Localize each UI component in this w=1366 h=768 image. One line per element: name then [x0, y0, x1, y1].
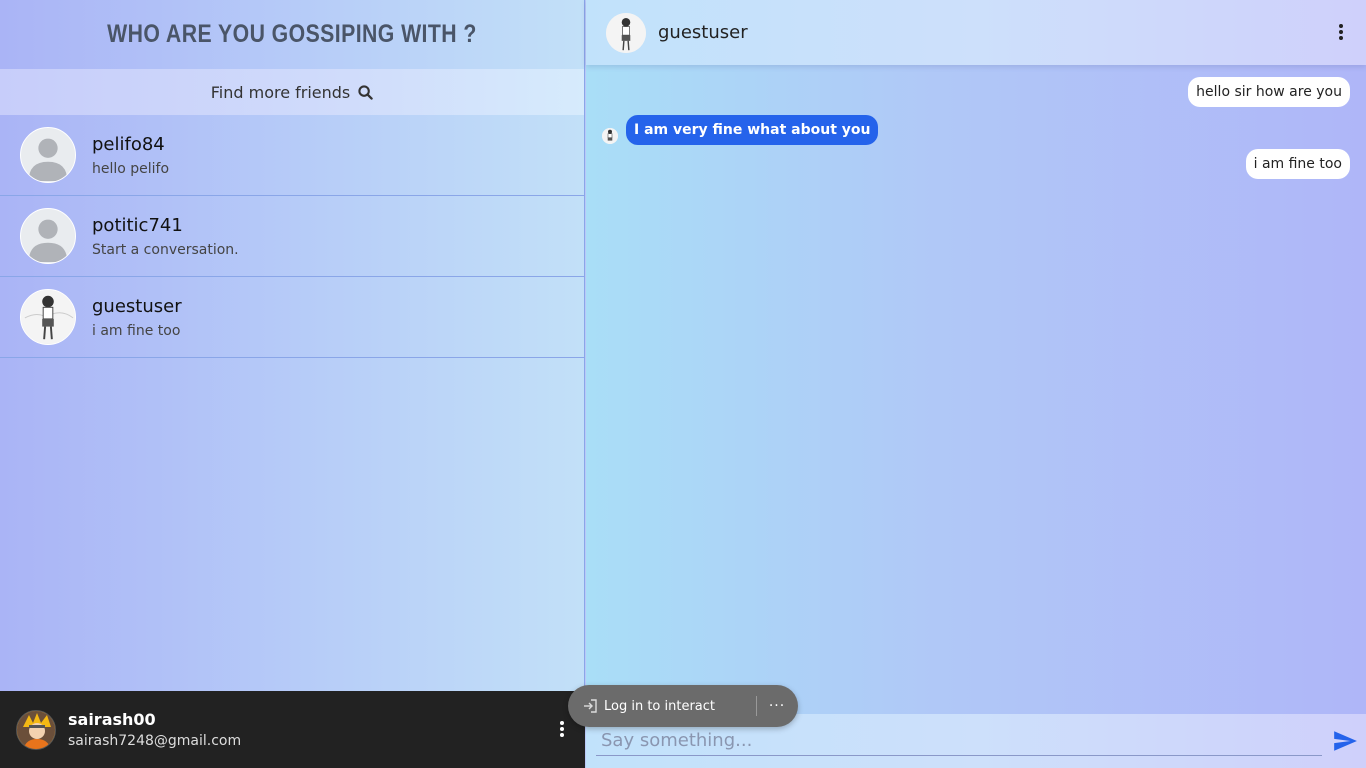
message-bubble-outgoing: hello sir how are you: [1188, 77, 1350, 107]
login-overlay: Log in to interact ···: [568, 685, 798, 727]
default-avatar-icon: [20, 208, 76, 264]
conversation-item-pelifo84[interactable]: pelifo84 hello pelifo: [0, 115, 584, 196]
search-icon: [358, 84, 373, 100]
current-user-avatar: [16, 709, 56, 750]
login-button[interactable]: Log in to interact: [568, 698, 756, 714]
chat-header: guestuser: [586, 0, 1366, 65]
user-menu-icon[interactable]: [559, 720, 565, 742]
message-bubble-incoming: I am very fine what about you: [626, 115, 879, 145]
current-user-bar: sairash00 sairash7248@gmail.com: [0, 691, 585, 768]
conversation-last-message: hello pelifo: [92, 160, 170, 177]
conversation-name: pelifo84: [92, 133, 165, 155]
conversations-panel: WHO ARE YOU GOSSIPING WITH ? Find more f…: [0, 0, 585, 768]
find-friends-label: Find more friends: [210, 82, 351, 102]
more-options-icon[interactable]: ···: [757, 698, 797, 714]
guestuser-avatar: [20, 289, 76, 345]
conversation-name: guestuser: [92, 295, 182, 317]
current-user-email: sairash7248@gmail.com: [68, 733, 242, 749]
sender-avatar-icon: [602, 128, 618, 144]
default-avatar-icon: [20, 127, 76, 183]
current-user-name: sairash00: [68, 710, 156, 729]
conversation-item-potitic741[interactable]: potitic741 Start a conversation.: [0, 196, 584, 277]
login-icon: [584, 699, 597, 713]
message-bubble-outgoing: i am fine too: [1245, 149, 1350, 179]
message-input[interactable]: [596, 726, 1322, 756]
find-friends-button[interactable]: Find more friends: [0, 69, 584, 115]
chat-menu-icon[interactable]: [1338, 23, 1344, 45]
peer-name: guestuser: [658, 22, 748, 43]
conversation-item-guestuser[interactable]: guestuser i am fine too: [0, 277, 584, 358]
send-icon[interactable]: [1332, 728, 1358, 758]
conversation-list: pelifo84 hello pelifo potitic741 Start a…: [0, 115, 584, 358]
message-list: hello sir how are you I am very fine wha…: [586, 65, 1366, 714]
conversation-name: potitic741: [92, 214, 183, 236]
login-label: Log in to interact: [604, 698, 716, 714]
conversation-last-message: Start a conversation.: [92, 241, 239, 258]
peer-avatar: [606, 12, 646, 53]
sidebar-title: WHO ARE YOU GOSSIPING WITH ?: [107, 20, 477, 48]
conversation-last-message: i am fine too: [92, 322, 181, 339]
chat-panel: guestuser hello sir how are you I am ver…: [586, 0, 1366, 768]
